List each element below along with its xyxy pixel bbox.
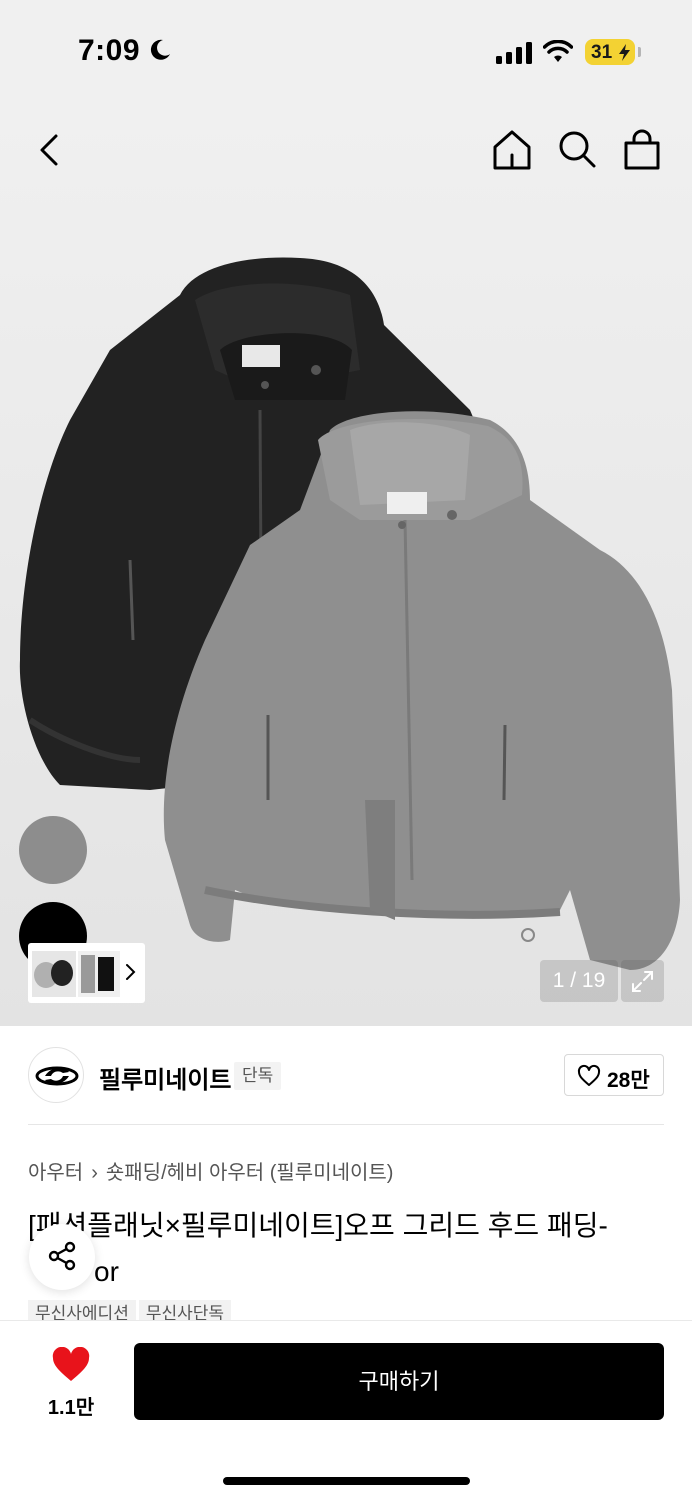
buy-button[interactable]: 구매하기 <box>134 1343 664 1420</box>
brand-logo-icon <box>35 1066 79 1086</box>
home-icon[interactable] <box>490 128 534 172</box>
exclusive-badge: 단독 <box>234 1062 282 1090</box>
share-icon <box>48 1241 76 1271</box>
heart-outline-icon <box>577 1064 601 1086</box>
product-title: [패션플래닛×필루미네이트]오프 그리드 후드 패딩- or <box>28 1203 668 1295</box>
product-title-line-2: or <box>94 1256 119 1287</box>
breadcrumb-category[interactable]: 아우터 <box>28 1162 83 1184</box>
brand-logo[interactable] <box>28 1047 84 1103</box>
search-icon[interactable] <box>556 128 600 172</box>
product-image-gallery[interactable]: 1 / 19 <box>0 100 692 1026</box>
battery-level: 31 <box>591 42 613 63</box>
expand-icon <box>632 971 653 992</box>
tag: 무신사단독 <box>138 1300 232 1320</box>
breadcrumb: 아우터 › 숏패딩/헤비 아우터 (필루미네이트) <box>28 1156 393 1185</box>
share-button[interactable] <box>29 1224 95 1290</box>
heart-filled-icon <box>52 1347 90 1381</box>
battery-cap <box>638 47 641 57</box>
brand-name[interactable]: 필루미네이트 <box>99 1060 231 1095</box>
product-image <box>19 257 680 970</box>
color-swatch-gray[interactable] <box>19 816 87 884</box>
tag: 무신사에디션 <box>28 1300 136 1320</box>
moon-icon <box>150 39 170 60</box>
divider <box>28 1124 664 1125</box>
wifi-icon <box>543 40 573 62</box>
chevron-right-icon <box>126 964 136 980</box>
brand-like-button[interactable]: 28만 <box>564 1054 664 1096</box>
breadcrumb-subcategory[interactable]: 숏패딩/헤비 아우터 (필루미네이트) <box>106 1162 394 1184</box>
expand-button[interactable] <box>621 960 664 1002</box>
bag-icon[interactable] <box>620 128 664 172</box>
status-time: 7:09 <box>78 34 141 67</box>
chevron-right-icon: › <box>91 1162 98 1184</box>
brand-like-count: 28만 <box>607 1069 650 1092</box>
charging-bolt-icon <box>619 44 630 61</box>
thumbnail-image <box>32 951 120 997</box>
bottom-action-bar: 1.1만 구매하기 <box>0 1320 692 1500</box>
back-icon[interactable] <box>30 130 70 170</box>
favorite-count: 1.1만 <box>47 1397 95 1419</box>
product-title-line-1: [패션플래닛×필루미네이트]오프 그리드 후드 패딩- <box>28 1210 608 1241</box>
home-indicator <box>223 1477 470 1485</box>
cellular-signal-icon <box>496 42 532 64</box>
thumbnail-strip[interactable] <box>28 943 145 1003</box>
status-bar: 7:09 31 <box>0 0 692 100</box>
battery-indicator: 31 <box>585 39 635 65</box>
product-tags: 무신사에디션 무신사단독 <box>28 1300 234 1320</box>
image-counter: 1 / 19 <box>540 960 618 1002</box>
